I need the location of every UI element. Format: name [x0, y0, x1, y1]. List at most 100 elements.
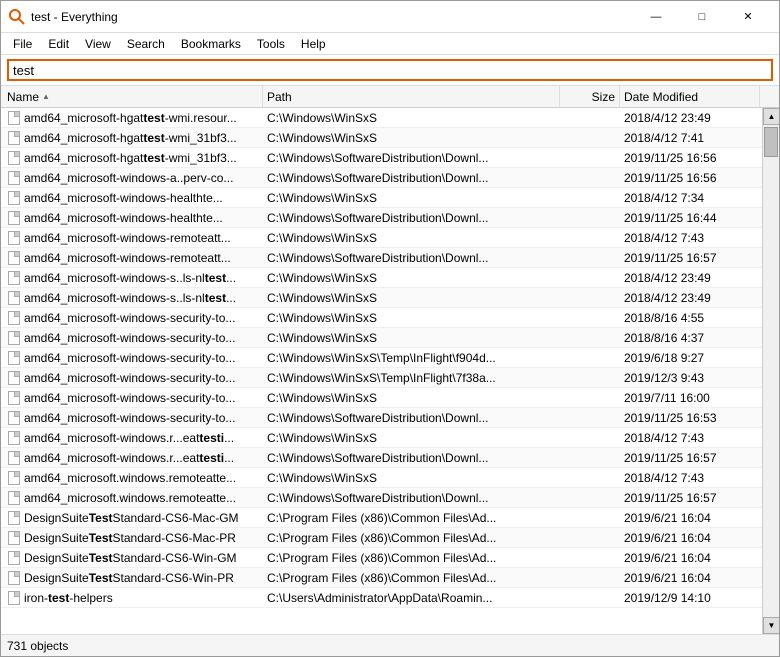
table-row[interactable]: amd64_microsoft.windows.remoteatte...C:\…: [1, 488, 762, 508]
cell-date: 2019/6/18 9:27: [620, 351, 760, 365]
cell-name: DesignSuiteTestStandard-CS6-Win-GM: [3, 551, 263, 565]
cell-date: 2019/12/9 14:10: [620, 591, 760, 605]
table-row[interactable]: amd64_microsoft-hgattest-wmi_31bf3...C:\…: [1, 148, 762, 168]
table-row[interactable]: DesignSuiteTestStandard-CS6-Win-PRC:\Pro…: [1, 568, 762, 588]
cell-date: 2019/6/21 16:04: [620, 531, 760, 545]
minimize-button[interactable]: —: [633, 1, 679, 33]
column-header-name[interactable]: Name ▲: [3, 86, 263, 108]
cell-path: C:\Windows\WinSxS: [263, 111, 560, 125]
cell-name: DesignSuiteTestStandard-CS6-Mac-GM: [3, 511, 263, 525]
scroll-down-button[interactable]: ▼: [763, 617, 779, 634]
table-row[interactable]: amd64_microsoft-windows-remoteatt...C:\W…: [1, 228, 762, 248]
search-input[interactable]: [7, 59, 773, 81]
column-header-date[interactable]: Date Modified: [620, 86, 760, 108]
table-row[interactable]: amd64_microsoft.windows.remoteatte...C:\…: [1, 468, 762, 488]
cell-path: C:\Users\Administrator\AppData\Roamin...: [263, 591, 560, 605]
cell-date: 2019/6/21 16:04: [620, 551, 760, 565]
scroll-thumb[interactable]: [764, 127, 778, 157]
menu-item-search[interactable]: Search: [119, 33, 173, 55]
menu-item-bookmarks[interactable]: Bookmarks: [173, 33, 249, 55]
close-button[interactable]: ✕: [725, 1, 771, 33]
cell-path: C:\Program Files (x86)\Common Files\Ad..…: [263, 531, 560, 545]
cell-date: 2019/12/3 9:43: [620, 371, 760, 385]
cell-path: C:\Windows\WinSxS\Temp\InFlight\f904d...: [263, 351, 560, 365]
cell-path: C:\Windows\SoftwareDistribution\Downl...: [263, 171, 560, 185]
file-icon: [7, 211, 21, 225]
table-row[interactable]: amd64_microsoft-windows-healthte...C:\Wi…: [1, 208, 762, 228]
table-row[interactable]: amd64_microsoft-windows-security-to...C:…: [1, 368, 762, 388]
file-icon: [7, 411, 21, 425]
vertical-scrollbar[interactable]: ▲ ▼: [762, 108, 779, 634]
cell-name: amd64_microsoft-windows-remoteatt...: [3, 251, 263, 265]
table-row[interactable]: iron-test-helpers C:\Users\Administrator\…: [1, 588, 762, 608]
file-name-text: amd64_microsoft-windows-s..ls-nltest...: [24, 291, 236, 305]
cell-date: 2018/8/16 4:55: [620, 311, 760, 325]
table-row[interactable]: amd64_microsoft-windows-healthte... C:\Wi…: [1, 188, 762, 208]
scroll-track[interactable]: [763, 125, 779, 617]
cell-date: 2018/8/16 4:37: [620, 331, 760, 345]
table-row[interactable]: amd64_microsoft-windows-security-to...C:…: [1, 328, 762, 348]
file-icon: [7, 431, 21, 445]
cell-path: C:\Windows\SoftwareDistribution\Downl...: [263, 251, 560, 265]
file-name-text: amd64_microsoft-windows-security-to...: [24, 331, 235, 345]
menu-item-view[interactable]: View: [77, 33, 119, 55]
file-icon: [7, 151, 21, 165]
file-icon: [7, 511, 21, 525]
cell-date: 2019/11/25 16:57: [620, 491, 760, 505]
table-row[interactable]: amd64_microsoft-windows.r...eattesti...C…: [1, 428, 762, 448]
cell-name: DesignSuiteTestStandard-CS6-Win-PR: [3, 571, 263, 585]
cell-name: amd64_microsoft-windows-security-to...: [3, 311, 263, 325]
table-row[interactable]: amd64_microsoft-windows-remoteatt...C:\W…: [1, 248, 762, 268]
table-row[interactable]: amd64_microsoft-windows-s..ls-nltest...C…: [1, 288, 762, 308]
table-row[interactable]: amd64_microsoft-hgattest-wmi_31bf3...C:\…: [1, 128, 762, 148]
cell-name: amd64_microsoft-windows-security-to...: [3, 371, 263, 385]
column-header-path[interactable]: Path: [263, 86, 560, 108]
table-row[interactable]: DesignSuiteTestStandard-CS6-Win-GMC:\Pro…: [1, 548, 762, 568]
file-name-text: iron-test-helpers: [24, 591, 113, 605]
table-row[interactable]: amd64_microsoft-windows-security-to...C:…: [1, 308, 762, 328]
menu-item-help[interactable]: Help: [293, 33, 334, 55]
table-rows: amd64_microsoft-hgattest-wmi.resour...C:…: [1, 108, 762, 634]
file-icon: [7, 171, 21, 185]
menu-item-edit[interactable]: Edit: [40, 33, 77, 55]
cell-date: 2018/4/12 7:43: [620, 231, 760, 245]
file-icon: [7, 451, 21, 465]
table-row[interactable]: amd64_microsoft-windows-security-to...C:…: [1, 408, 762, 428]
file-name-text: amd64_microsoft-windows-healthte...: [24, 191, 223, 205]
cell-path: C:\Windows\SoftwareDistribution\Downl...: [263, 211, 560, 225]
file-name-text: amd64_microsoft-windows-security-to...: [24, 351, 235, 365]
cell-name: amd64_microsoft-windows.r...eattesti...: [3, 431, 263, 445]
scroll-up-button[interactable]: ▲: [763, 108, 779, 125]
cell-path: C:\Windows\WinSxS: [263, 131, 560, 145]
cell-name: amd64_microsoft-windows.r...eattesti...: [3, 451, 263, 465]
file-name-text: amd64_microsoft-windows-security-to...: [24, 411, 235, 425]
table-row[interactable]: amd64_microsoft-windows-a..perv-co...C:\…: [1, 168, 762, 188]
cell-path: C:\Windows\WinSxS: [263, 191, 560, 205]
cell-path: C:\Windows\WinSxS: [263, 431, 560, 445]
table-row[interactable]: amd64_microsoft-windows.r...eattesti...C…: [1, 448, 762, 468]
file-icon: [7, 591, 21, 605]
column-header-size[interactable]: Size: [560, 86, 620, 108]
file-icon: [7, 371, 21, 385]
cell-date: 2019/11/25 16:56: [620, 151, 760, 165]
table-row[interactable]: amd64_microsoft-windows-security-to... C:…: [1, 348, 762, 368]
cell-name: DesignSuiteTestStandard-CS6-Mac-PR: [3, 531, 263, 545]
file-name-text: amd64_microsoft-windows-remoteatt...: [24, 231, 231, 245]
menu-item-file[interactable]: File: [5, 33, 40, 55]
status-count: 731 objects: [7, 639, 68, 653]
table-row[interactable]: amd64_microsoft-hgattest-wmi.resour...C:…: [1, 108, 762, 128]
file-name-text: amd64_microsoft.windows.remoteatte...: [24, 471, 236, 485]
menu-item-tools[interactable]: Tools: [249, 33, 293, 55]
menu-bar: FileEditViewSearchBookmarksToolsHelp: [1, 33, 779, 55]
sort-arrow-icon: ▲: [42, 92, 50, 101]
table-row[interactable]: amd64_microsoft-windows-s..ls-nltest...C…: [1, 268, 762, 288]
file-icon: [7, 491, 21, 505]
table-row[interactable]: amd64_microsoft-windows-security-to...C:…: [1, 388, 762, 408]
cell-path: C:\Windows\WinSxS: [263, 271, 560, 285]
maximize-button[interactable]: □: [679, 1, 725, 33]
status-bar: 731 objects: [1, 634, 779, 656]
table-row[interactable]: DesignSuiteTestStandard-CS6-Mac-GMC:\Pro…: [1, 508, 762, 528]
table-row[interactable]: DesignSuiteTestStandard-CS6-Mac-PRC:\Pro…: [1, 528, 762, 548]
file-name-text: DesignSuiteTestStandard-CS6-Mac-GM: [24, 511, 239, 525]
cell-date: 2018/4/12 7:43: [620, 471, 760, 485]
